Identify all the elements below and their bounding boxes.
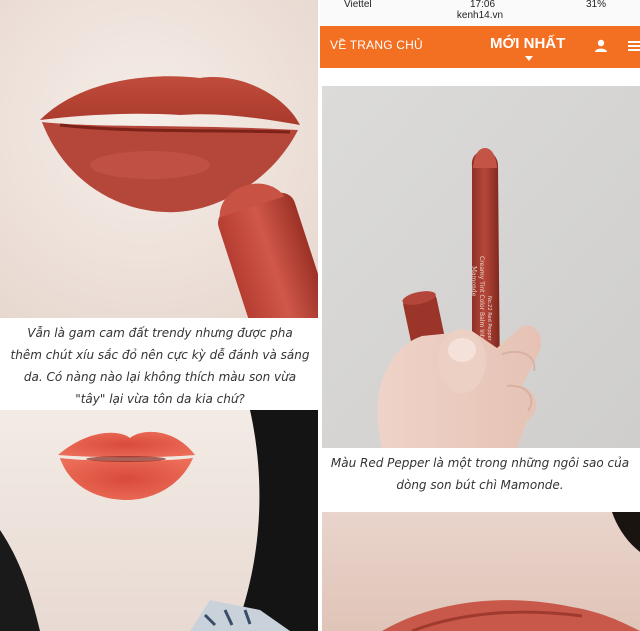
lips-partial-illustration — [322, 512, 640, 631]
newest-tab[interactable]: MỚI NHẤT — [490, 35, 565, 52]
user-icon[interactable] — [594, 39, 608, 53]
orange-lips-photo — [0, 410, 318, 631]
right-caption: Màu Red Pepper là một trong những ngôi s… — [324, 452, 636, 508]
hamburger-menu-icon[interactable] — [628, 40, 640, 52]
caret-down-icon — [525, 56, 533, 61]
site-nav-bar: VỀ TRANG CHỦ MỚI NHẤT — [320, 26, 640, 68]
lips-partial-photo — [322, 512, 640, 631]
crayon-shade-text: No.22 Red Pepper — [486, 296, 492, 342]
hand-crayon-illustration: Creamy Tint Color Balm Intense No.22 Red… — [322, 86, 640, 448]
left-caption-text: Vẫn là gam cam đất trendy nhưng được pha… — [10, 326, 310, 406]
right-caption-text: Màu Red Pepper là một trong những ngôi s… — [330, 456, 630, 492]
lips-crayon-illustration — [0, 0, 318, 318]
product-hand-photo: Creamy Tint Color Balm Intense No.22 Red… — [322, 86, 640, 448]
home-link[interactable]: VỀ TRANG CHỦ — [330, 38, 423, 52]
url-domain: kenh14.vn — [456, 10, 504, 21]
url-bar[interactable]: kenh14.vn — [320, 8, 640, 28]
crayon-brand-text: Mamonde — [470, 266, 477, 297]
lips-closeup-photo — [0, 0, 318, 318]
orange-lips-illustration — [0, 410, 318, 631]
left-caption: Vẫn là gam cam đất trendy nhưng được pha… — [10, 322, 310, 406]
nav-spacer — [320, 68, 640, 86]
